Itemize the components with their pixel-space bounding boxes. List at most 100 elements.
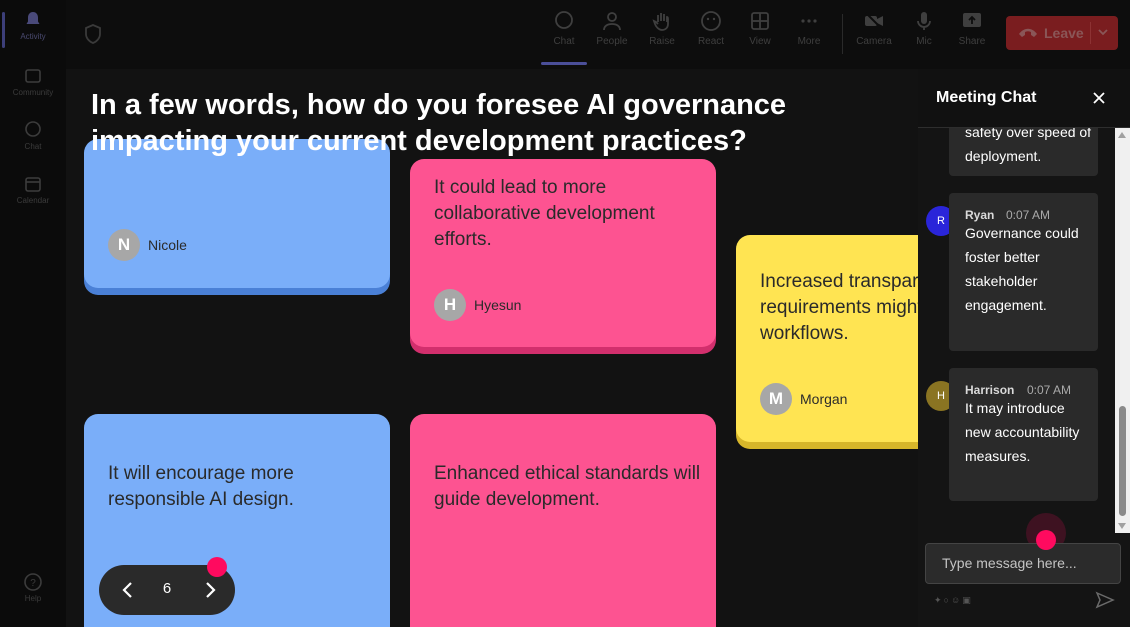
note-author: H Hyesun <box>434 289 521 321</box>
note-author: N Nicole <box>108 229 187 261</box>
chevron-left-icon[interactable] <box>117 578 139 602</box>
share-button[interactable]: Share <box>950 10 994 47</box>
chat-button-label: Chat <box>553 36 575 47</box>
author-name: Morgan <box>800 391 848 407</box>
scroll-up-arrow[interactable] <box>1118 132 1126 138</box>
community-icon <box>25 69 41 83</box>
camera-button-label: Camera <box>856 36 892 47</box>
note-author: M Morgan <box>760 383 847 415</box>
view-button[interactable]: View <box>738 10 782 47</box>
camera-off-icon <box>865 12 883 30</box>
chat-icon <box>555 11 573 29</box>
avatar: H <box>434 289 466 321</box>
help-icon: ? <box>24 573 42 591</box>
rail-item-activity[interactable]: Activity <box>0 10 66 48</box>
gif-icon[interactable]: ▣ <box>962 595 973 605</box>
sticky-note[interactable]: It could lead to more collaborative deve… <box>410 159 716 347</box>
sticky-note[interactable]: Increased transparency requirements migh… <box>736 235 918 442</box>
chat-message-list: safety over speed of deployment. R Ryan … <box>918 128 1116 533</box>
mic-icon <box>917 12 931 30</box>
people-button[interactable]: People <box>590 10 634 47</box>
share-screen-icon <box>963 13 981 27</box>
hand-icon <box>652 13 669 31</box>
grid-icon <box>751 12 769 30</box>
message-body: It may introduce new accountability meas… <box>965 400 1080 464</box>
mic-button-label: Mic <box>916 36 932 47</box>
chat-header: Meeting Chat <box>918 69 1130 128</box>
close-icon[interactable] <box>1090 89 1108 107</box>
format-icon[interactable]: ✦ <box>934 595 944 605</box>
chat-icon <box>25 121 41 137</box>
chat-message: safety over speed of deployment. <box>949 128 1098 176</box>
scroll-down-arrow[interactable] <box>1118 523 1126 529</box>
author-name: Hyesun <box>474 297 522 313</box>
people-button-label: People <box>596 36 628 47</box>
toolbar-divider <box>842 14 843 54</box>
author-name: Nicole <box>148 237 187 253</box>
raise-hand-button[interactable]: Raise <box>640 10 684 47</box>
rail-label: Help <box>24 594 42 603</box>
meeting-chat-panel: Meeting Chat safety over speed of deploy… <box>918 69 1130 627</box>
meeting-app: Activity Community Chat Calendar ? Help … <box>0 0 1130 627</box>
note-text: Enhanced ethical standards will guide de… <box>434 463 701 510</box>
view-button-label: View <box>749 36 771 47</box>
notification-dot <box>207 557 227 577</box>
react-button[interactable]: React <box>689 10 733 47</box>
mic-button[interactable]: Mic <box>902 10 946 47</box>
people-icon <box>603 12 621 31</box>
whiteboard-canvas: In a few words, how do you foresee AI go… <box>66 69 918 627</box>
rail-item-calendar[interactable]: Calendar <box>0 174 66 205</box>
emoji-icon[interactable]: ☺ <box>951 595 962 605</box>
ellipsis-icon <box>801 19 817 23</box>
avatar-initial: R <box>937 215 945 227</box>
chat-message-input[interactable]: Type message here... <box>925 543 1121 584</box>
emoji-icon <box>701 11 721 31</box>
chat-message: Ryan 0:07 AM Governance could foster bet… <box>949 193 1098 351</box>
message-body: safety over speed of deployment. <box>965 128 1092 164</box>
note-text: It will encourage more responsible AI de… <box>108 463 294 510</box>
notification-dot <box>1036 530 1056 550</box>
rail-label: Community <box>12 88 54 97</box>
sticky-note[interactable]: N Nicole <box>84 139 390 288</box>
more-button[interactable]: More <box>787 10 831 47</box>
rail-label: Activity <box>20 32 46 41</box>
question-title: In a few words, how do you foresee AI go… <box>91 89 787 157</box>
leave-button[interactable]: Leave <box>1006 16 1118 50</box>
chat-scrollbar[interactable] <box>1115 128 1130 533</box>
rail-label: Calendar <box>16 196 50 205</box>
sticky-note[interactable]: Enhanced ethical standards will guide de… <box>410 414 716 627</box>
chat-message: Harrison 0:07 AM It may introduce new ac… <box>949 368 1098 501</box>
raise-button-label: Raise <box>649 36 675 47</box>
rail-label: Chat <box>24 142 42 151</box>
page-number: 6 <box>162 580 172 597</box>
avatar: M <box>760 383 792 415</box>
phone-hangup-icon <box>1019 28 1037 37</box>
send-icon[interactable] <box>1095 591 1115 609</box>
left-rail: Activity Community Chat Calendar ? Help <box>0 0 66 627</box>
chat-title: Meeting Chat <box>936 89 1037 106</box>
rail-item-help[interactable]: ? Help <box>0 572 66 603</box>
chevron-down-icon[interactable] <box>1096 25 1110 39</box>
message-body: Governance could foster better stakehold… <box>965 225 1079 313</box>
shield-icon[interactable] <box>84 24 102 44</box>
rail-item-chat[interactable]: Chat <box>0 120 66 151</box>
bell-icon <box>26 12 40 24</box>
scroll-thumb[interactable] <box>1119 406 1126 516</box>
avatar: N <box>108 229 140 261</box>
format-toolbar: ✦○☺▣ <box>934 595 973 606</box>
more-button-label: More <box>797 36 821 47</box>
camera-button[interactable]: Camera <box>852 10 896 47</box>
chat-button[interactable]: Chat <box>541 10 587 65</box>
leave-button-label: Leave <box>1044 25 1084 41</box>
svg-text:?: ? <box>30 578 36 589</box>
leave-divider <box>1090 22 1091 44</box>
react-button-label: React <box>697 36 725 47</box>
chevron-right-icon[interactable] <box>199 578 221 602</box>
rail-item-community[interactable]: Community <box>0 66 66 97</box>
calendar-icon <box>25 177 41 192</box>
attach-icon[interactable]: ○ <box>944 595 951 605</box>
share-button-label: Share <box>958 36 986 47</box>
note-text: It could lead to more collaborative deve… <box>434 177 655 250</box>
note-text: Increased transparency requirements migh… <box>760 271 918 344</box>
meeting-toolbar: Chat People Raise React View More Camera <box>66 0 1130 69</box>
